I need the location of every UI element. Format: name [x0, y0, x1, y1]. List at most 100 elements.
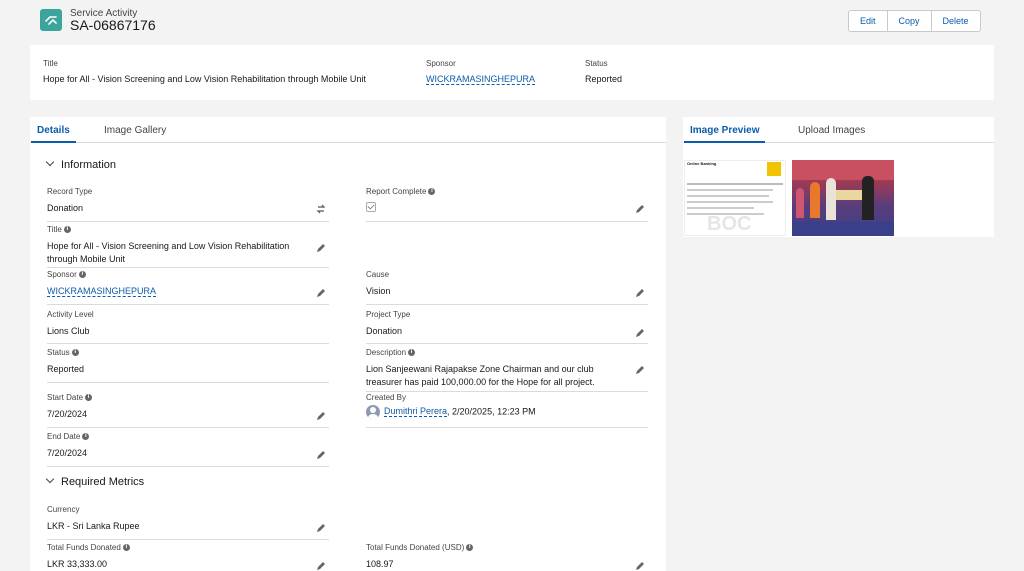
sponsor-link[interactable]: WICKRAMASINGHEPURA — [47, 286, 157, 297]
field-label: Currency — [47, 505, 80, 514]
section-information[interactable]: Information — [45, 157, 117, 171]
field-value: Lions Club — [47, 326, 90, 336]
field-start-date: Start Date i 7/20/2024 — [47, 393, 329, 428]
edit-pencil-icon[interactable] — [316, 450, 326, 460]
field-activity-level: Activity Level Lions Club — [47, 310, 329, 344]
field-label: Activity Level — [47, 310, 94, 319]
details-panel: Details Image Gallery Information Record… — [30, 117, 666, 571]
image-tab-bar: Image Preview Upload Images — [683, 117, 994, 143]
info-icon[interactable]: i — [428, 188, 436, 195]
field-sponsor: Sponsor i WICKRAMASINGHEPURA — [47, 270, 329, 305]
field-report-complete: Report Complete i — [366, 187, 648, 222]
highlight-sponsor-label: Sponsor — [426, 59, 456, 68]
field-title: Title i Hope for All - Vision Screening a… — [47, 225, 329, 268]
receipt-watermark: BOC — [707, 213, 752, 235]
field-label: Description — [366, 348, 407, 357]
field-label: Record Type — [47, 187, 93, 196]
edit-pencil-icon[interactable] — [635, 365, 645, 375]
field-label: Total Funds Donated — [47, 543, 121, 552]
field-value: 7/20/2024 — [47, 448, 88, 458]
event-photo-thumbnail-image[interactable] — [792, 160, 894, 236]
field-total-funds-usd: Total Funds Donated (USD) i 108.97 — [366, 543, 648, 571]
field-label: Start Date — [47, 393, 84, 402]
field-label: Created By — [366, 393, 407, 402]
action-button-group: Edit Copy Delete — [848, 10, 981, 32]
created-by-user-link[interactable]: Dumithri Perera — [384, 406, 448, 418]
field-currency: Currency LKR - Sri Lanka Rupee — [47, 505, 329, 540]
highlight-status: Status Reported — [585, 59, 622, 84]
info-icon[interactable]: i — [71, 349, 79, 356]
highlight-title: Title Hope for All - Vision Screening an… — [43, 59, 366, 84]
highlight-status-value: Reported — [585, 74, 623, 84]
highlight-title-label: Title — [43, 59, 58, 68]
edit-pencil-icon[interactable] — [635, 288, 645, 298]
edit-pencil-icon[interactable] — [635, 561, 645, 571]
field-value: 7/20/2024 — [47, 409, 88, 419]
tab-upload-images[interactable]: Upload Images — [798, 125, 865, 136]
field-label: Status — [47, 348, 70, 357]
chevron-down-icon — [45, 474, 55, 484]
field-value: Donation — [47, 203, 84, 213]
tab-image-preview[interactable]: Image Preview — [683, 125, 767, 143]
field-label: End Date — [47, 432, 81, 441]
field-end-date: End Date i 7/20/2024 — [47, 432, 329, 467]
field-label: Project Type — [366, 310, 411, 319]
user-avatar[interactable] — [366, 405, 380, 419]
receipt-heading: Online Banking — [687, 161, 717, 166]
report-complete-checkbox[interactable] — [366, 202, 376, 212]
field-project-type: Project Type Donation — [366, 310, 648, 344]
field-value: Hope for All - Vision Screening and Low … — [47, 241, 290, 264]
record-name: SA-06867176 — [70, 17, 156, 33]
edit-pencil-icon[interactable] — [316, 411, 326, 421]
tab-details[interactable]: Details — [31, 125, 76, 143]
highlights-panel: Title Hope for All - Vision Screening an… — [30, 45, 994, 100]
edit-button[interactable]: Edit — [849, 11, 887, 31]
edit-pencil-icon[interactable] — [316, 243, 326, 253]
edit-pencil-icon[interactable] — [316, 523, 326, 533]
field-label: Report Complete — [366, 187, 427, 196]
field-record-type: Record Type Donation — [47, 187, 329, 222]
highlight-sponsor-link[interactable]: WICKRAMASINGHEPURA — [426, 74, 536, 85]
info-icon[interactable]: i — [63, 226, 71, 233]
field-label: Sponsor — [47, 270, 77, 279]
copy-button[interactable]: Copy — [886, 11, 931, 31]
section-required-metrics[interactable]: Required Metrics — [45, 474, 144, 488]
highlight-sponsor: Sponsor WICKRAMASINGHEPURA — [426, 59, 536, 85]
field-cause: Cause Vision — [366, 270, 648, 305]
info-icon[interactable]: i — [408, 349, 416, 356]
edit-pencil-icon[interactable] — [316, 288, 326, 298]
field-value: 108.97 — [366, 559, 394, 569]
field-value: Lion Sanjeewani Rajapakse Zone Chairman … — [366, 364, 595, 387]
tab-image-gallery[interactable]: Image Gallery — [104, 125, 166, 136]
info-icon[interactable]: i — [122, 544, 130, 551]
field-total-funds: Total Funds Donated i LKR 33,333.00 — [47, 543, 329, 571]
edit-pencil-icon[interactable] — [635, 204, 645, 214]
field-label: Title — [47, 225, 62, 234]
section-information-label: Information — [61, 159, 117, 171]
service-activity-icon — [40, 9, 62, 31]
info-icon[interactable]: i — [85, 394, 93, 401]
change-record-type-icon[interactable] — [316, 204, 326, 214]
chevron-down-icon — [45, 157, 55, 167]
highlight-status-label: Status — [585, 59, 608, 68]
highlight-title-value: Hope for All - Vision Screening and Low … — [43, 74, 366, 84]
info-icon[interactable]: i — [78, 271, 86, 278]
edit-pencil-icon[interactable] — [635, 328, 645, 338]
field-value: LKR 33,333.00 — [47, 559, 108, 569]
bank-logo — [767, 162, 781, 176]
field-value: Vision — [366, 286, 391, 296]
receipt-thumbnail-image[interactable]: Online Banking BOC — [684, 160, 786, 236]
field-value: LKR - Sri Lanka Rupee — [47, 521, 140, 531]
field-value: Reported — [47, 364, 85, 374]
record-header: Service Activity SA-06867176 Edit Copy D… — [30, 0, 994, 40]
details-tab-bar: Details Image Gallery — [30, 117, 666, 143]
info-icon[interactable]: i — [466, 544, 474, 551]
delete-button[interactable]: Delete — [930, 11, 980, 31]
field-label: Cause — [366, 270, 390, 279]
edit-pencil-icon[interactable] — [316, 561, 326, 571]
field-status: Status i Reported — [47, 348, 329, 383]
field-description: Description i Lion Sanjeewani Rajapakse Z… — [366, 348, 648, 392]
field-created-by: Created By Dumithri Perera, 2/20/2025, 1… — [366, 393, 648, 428]
created-date: , 2/20/2025, 12:23 PM — [447, 406, 536, 417]
info-icon[interactable]: i — [82, 433, 90, 440]
